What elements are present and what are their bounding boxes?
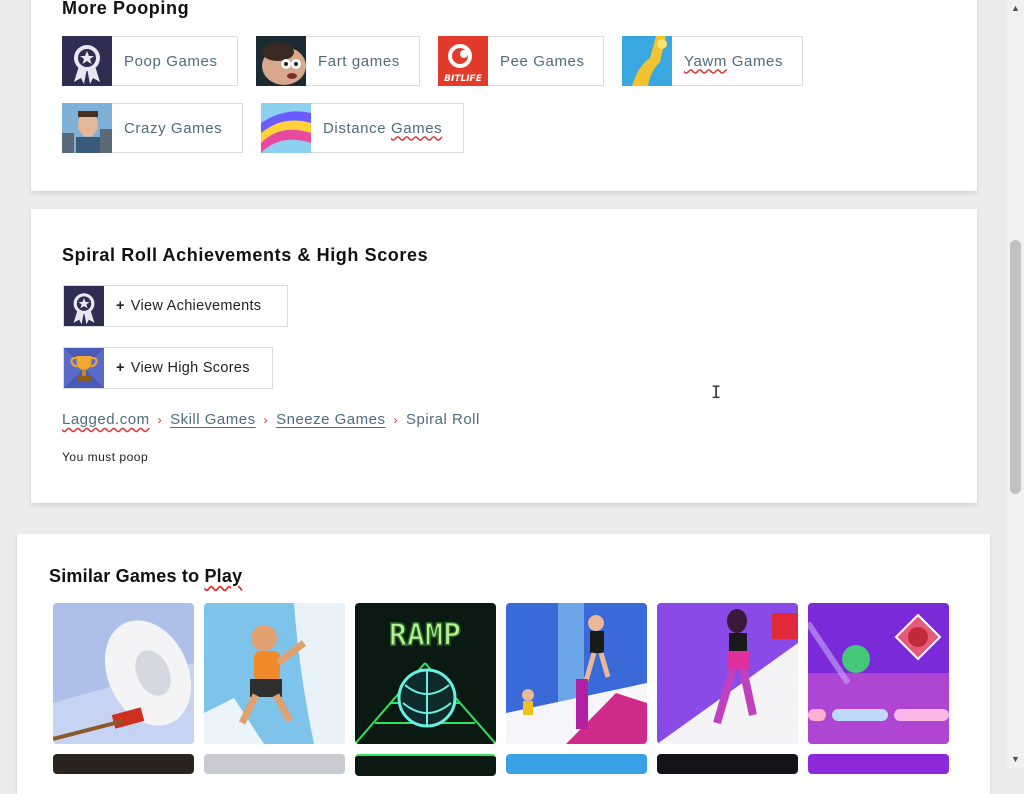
similar-games-title: Similar Games to Play [49,566,243,586]
ramp-thumbnail[interactable]: RAMP [355,603,496,744]
chip-label: Distance Games [323,119,443,137]
ball-jump-thumbnail[interactable] [808,603,949,744]
chip-pee-games[interactable]: BITLIFE Pee Games [438,35,604,86]
chevron-right-icon: › [263,412,269,427]
vertical-scrollbar[interactable]: ▲ ▼ [1007,0,1024,768]
chevron-right-icon: › [393,412,398,427]
game-description: You must poop [62,450,149,464]
plus-icon: + [116,298,125,314]
more-pooping-card [31,0,977,191]
chip-label: Crazy Games [124,119,223,137]
neighbor-character-icon [62,102,112,153]
award-ribbon-icon [64,286,104,326]
chip-crazy-games[interactable]: Crazy Games [62,102,243,153]
view-achievements-button[interactable]: + View Achievements [63,285,288,327]
cartoon-face-icon [256,35,306,86]
chip-distance-games[interactable]: Distance Games [261,102,464,153]
chip-label: Fart games [318,52,400,70]
stilt-runner-thumbnail[interactable] [506,603,647,744]
colorful-slide-icon [261,102,311,153]
chip-label: Pee Games [500,52,585,70]
text-cursor-icon: I [711,383,722,403]
game-thumbnail[interactable] [657,754,798,774]
breadcrumb-link-skill-games[interactable]: Skill Games [170,411,256,428]
view-high-scores-label: View High Scores [130,360,250,376]
bitlife-icon: BITLIFE [438,35,488,86]
ramp-title-text: RAMP [389,618,461,653]
climber-thumbnail[interactable] [204,603,345,744]
bitlife-text: BITLIFE [444,74,483,84]
award-ribbon-icon [62,35,112,86]
view-achievements-label: View Achievements [130,298,262,314]
scroll-up-icon[interactable]: ▲ [1011,3,1020,13]
view-high-scores-button[interactable]: + View High Scores [63,347,273,389]
breadcrumb-link-sneeze-games[interactable]: Sneeze Games [276,411,385,428]
golden-ramp-icon [622,35,672,86]
plus-icon: + [116,360,125,376]
breadcrumb-link-home[interactable]: Lagged.com [62,411,150,428]
chip-yawm-games[interactable]: Yawm Games [622,35,803,86]
scrollbar-thumb[interactable] [1010,240,1021,494]
game-thumbnail[interactable] [808,754,949,774]
chevron-right-icon: › [157,412,163,427]
game-thumbnail[interactable] [506,754,647,774]
chip-label: Yawm Games [684,52,784,70]
breadcrumb-current: Spiral Roll [405,411,480,428]
game-thumbnail[interactable] [355,754,496,776]
spiral-roll-thumbnail[interactable] [53,603,194,744]
achievements-title: Spiral Roll Achievements & High Scores [62,245,429,265]
runner-girl-thumbnail[interactable] [657,603,798,744]
game-thumbnail[interactable] [53,754,194,774]
breadcrumb: Lagged.com › Skill Games › Sneeze Games … [62,411,480,428]
trophy-icon [64,348,104,388]
chip-label: Poop Games [124,52,218,70]
chip-poop-games[interactable]: Poop Games [62,35,238,86]
scroll-down-icon[interactable]: ▼ [1011,754,1020,764]
more-pooping-title: More Pooping [62,0,190,18]
chip-fart-games[interactable]: Fart games [256,35,420,86]
game-thumbnail[interactable] [204,754,345,774]
